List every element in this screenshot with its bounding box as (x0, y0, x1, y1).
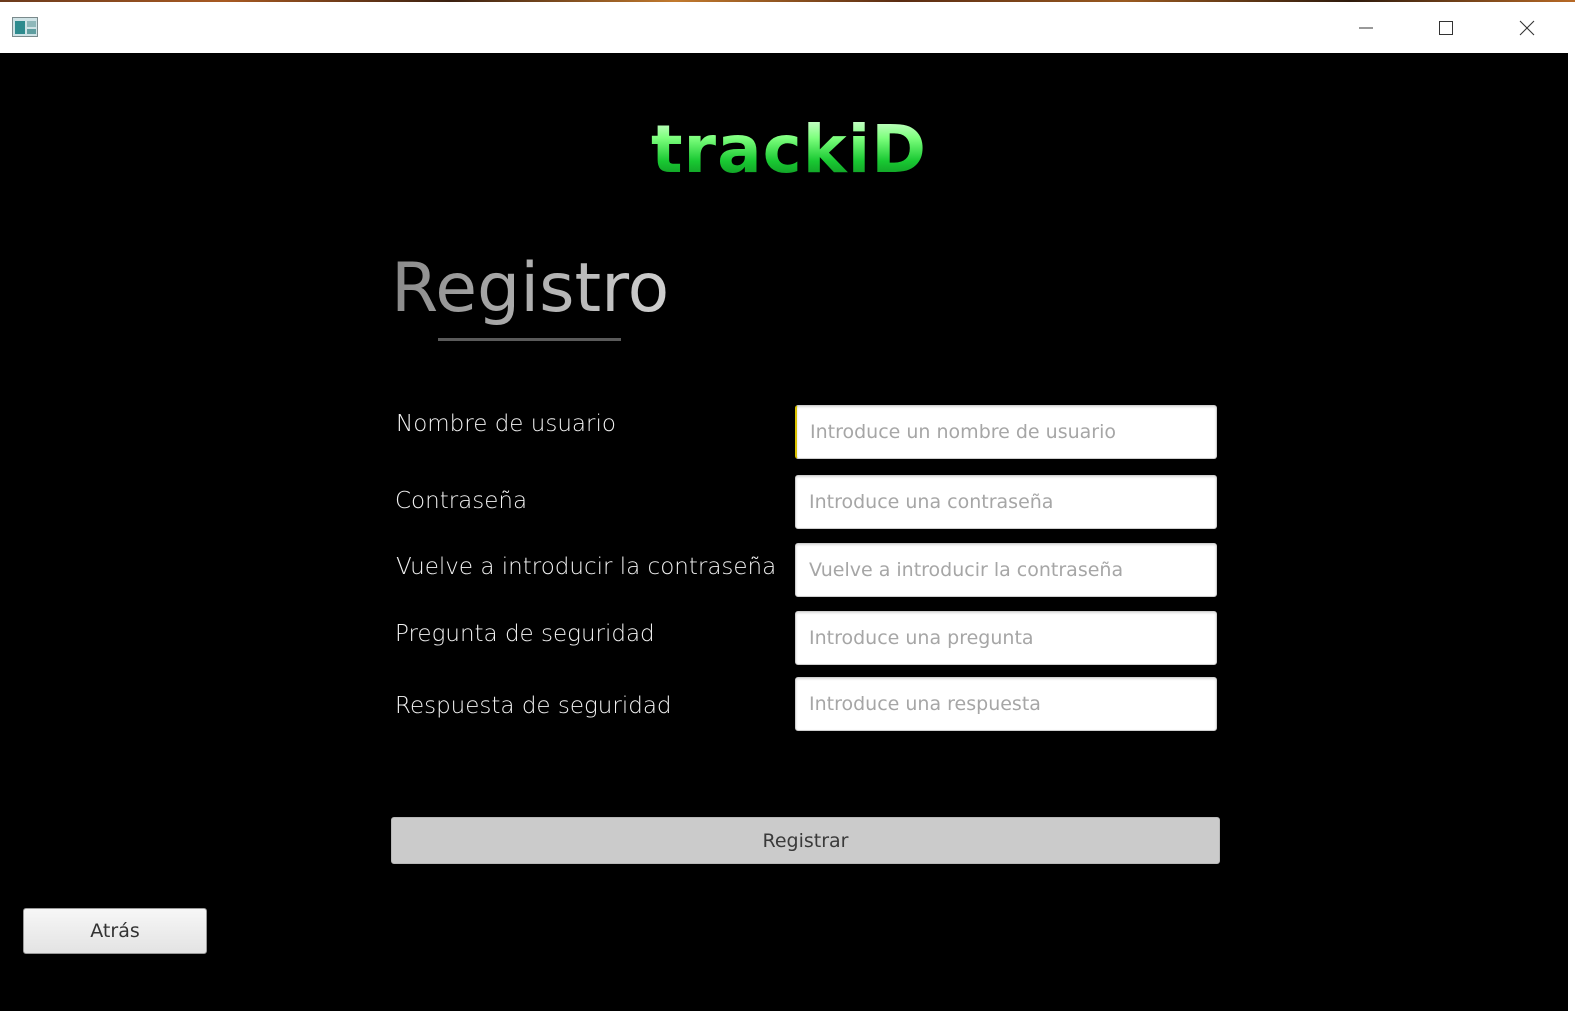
username-input[interactable] (795, 405, 1217, 459)
registration-screen: trackiD Registro Nombre de usuario Contr… (0, 53, 1568, 1011)
confirm-password-label: Vuelve a introducir la contraseña (396, 554, 777, 580)
app-logo: trackiD (0, 111, 1568, 188)
security-question-input[interactable] (795, 611, 1217, 665)
confirm-password-input[interactable] (795, 543, 1217, 597)
security-answer-input[interactable] (795, 677, 1217, 731)
security-answer-label: Respuesta de seguridad (395, 693, 672, 719)
maximize-button[interactable] (1406, 2, 1486, 53)
back-button[interactable]: Atrás (23, 908, 207, 954)
window-titlebar[interactable] (0, 2, 1568, 53)
app-icon (12, 17, 38, 37)
security-question-label: Pregunta de seguridad (395, 621, 655, 647)
minimize-icon (1359, 27, 1373, 28)
password-input[interactable] (795, 475, 1217, 529)
close-icon (1519, 20, 1535, 35)
title-underline (438, 338, 621, 341)
window-border (1568, 2, 1575, 1011)
username-label: Nombre de usuario (396, 411, 616, 437)
password-label: Contraseña (395, 488, 528, 514)
minimize-button[interactable] (1326, 2, 1406, 53)
maximize-icon (1439, 20, 1453, 35)
register-button[interactable]: Registrar (391, 817, 1220, 864)
page-title: Registro (391, 249, 670, 328)
close-button[interactable] (1487, 2, 1567, 53)
